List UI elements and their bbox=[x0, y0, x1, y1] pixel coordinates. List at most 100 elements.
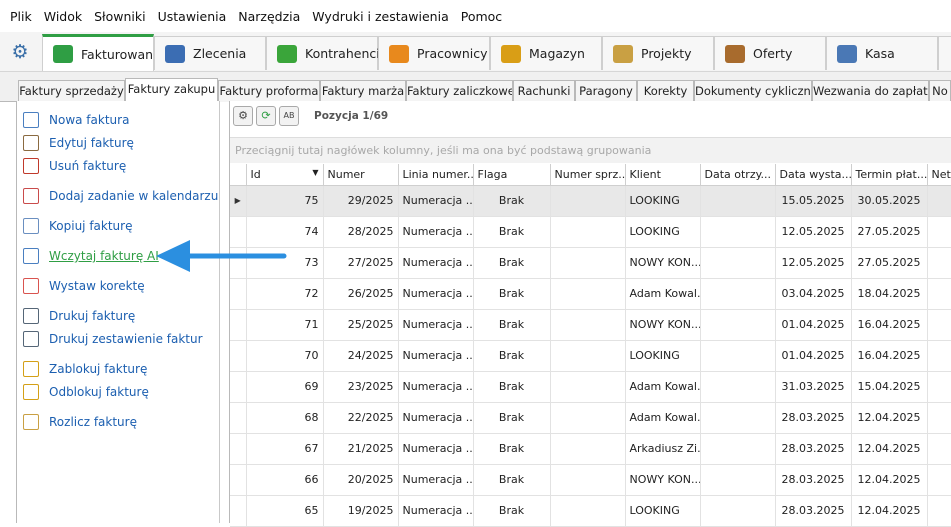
cell-flaga: Brak bbox=[473, 216, 550, 247]
action-zablokuj-fakture[interactable]: Zablokuj fakturę bbox=[23, 359, 147, 379]
cell-data-otrzy bbox=[700, 495, 775, 526]
subtab-faktury-marza[interactable]: Faktury marża bbox=[320, 80, 406, 102]
table-row[interactable]: 6721/2025Numeracja ...BrakArkadiusz Zi..… bbox=[230, 433, 951, 464]
cell-id: 71 bbox=[246, 309, 323, 340]
menu-narzedzia[interactable]: Narzędzia bbox=[232, 9, 306, 24]
cell-termin-plat: 27.05.2025 bbox=[851, 247, 927, 278]
action-wczytaj-fakture-ai[interactable]: Wczytaj fakturę AI bbox=[23, 246, 159, 266]
action-drukuj-zestawienie-faktur[interactable]: Drukuj zestawienie faktur bbox=[23, 329, 203, 349]
subtab-wezwania-do-zaplaty[interactable]: Wezwania do zapłaty bbox=[812, 80, 929, 102]
column-header-klient[interactable]: Klient bbox=[625, 164, 700, 185]
action-label: Drukuj fakturę bbox=[49, 309, 135, 323]
cell-data-wysta: 03.04.2025 bbox=[775, 278, 851, 309]
table-row[interactable]: 7226/2025Numeracja ...BrakAdam Kowal...0… bbox=[230, 278, 951, 309]
tab-overflow[interactable] bbox=[938, 36, 951, 70]
column-header-data-otrzy[interactable]: Data otrzy... bbox=[700, 164, 775, 185]
menu-plik[interactable]: Plik bbox=[4, 9, 38, 24]
group-by-area[interactable]: Przeciągnij tutaj nagłówek kolumny, jeśl… bbox=[230, 137, 951, 163]
cell-data-wysta: 28.03.2025 bbox=[775, 464, 851, 495]
table-row[interactable]: 7327/2025Numeracja ...BrakNOWY KON...12.… bbox=[230, 247, 951, 278]
subtab-faktury-sprzedazy[interactable]: Faktury sprzedaży bbox=[18, 80, 125, 102]
table-row[interactable]: 7428/2025Numeracja ...BrakLOOKING12.05.2… bbox=[230, 216, 951, 247]
tab-pracownicy[interactable]: Pracownicy bbox=[378, 36, 490, 70]
table-row[interactable]: 6923/2025Numeracja ...BrakAdam Kowal...3… bbox=[230, 371, 951, 402]
cell-linia-numer: Numeracja ... bbox=[398, 247, 473, 278]
new-invoice-icon bbox=[23, 112, 39, 128]
cell-numer: 19/2025 bbox=[323, 495, 398, 526]
table-row[interactable]: 6519/2025Numeracja ...BrakLOOKING28.03.2… bbox=[230, 495, 951, 526]
menu-widok[interactable]: Widok bbox=[38, 9, 88, 24]
action-edytuj-fakture[interactable]: Edytuj fakturę bbox=[23, 133, 134, 153]
table-row[interactable]: ▶7529/2025Numeracja ...BrakLOOKING15.05.… bbox=[230, 185, 951, 216]
cell-numer-sprz bbox=[550, 495, 625, 526]
column-label: Data wysta... bbox=[780, 168, 852, 181]
cell-numer-sprz bbox=[550, 433, 625, 464]
cell-numer-sprz bbox=[550, 247, 625, 278]
table-row[interactable]: 6822/2025Numeracja ...BrakAdam Kowal...2… bbox=[230, 402, 951, 433]
row-indicator bbox=[230, 340, 246, 371]
column-header-numer-sprz[interactable]: Numer sprz... bbox=[550, 164, 625, 185]
subtab-faktury-proforma[interactable]: Faktury proforma bbox=[218, 80, 320, 102]
subtab-faktury-zaliczkowe[interactable]: Faktury zaliczkowe bbox=[406, 80, 513, 102]
cell-numer: 23/2025 bbox=[323, 371, 398, 402]
cell-termin-plat: 15.04.2025 bbox=[851, 371, 927, 402]
grid-settings-icon[interactable]: ⚙ bbox=[233, 106, 253, 126]
column-header-numer[interactable]: Numer bbox=[323, 164, 398, 185]
cell-data-otrzy bbox=[700, 247, 775, 278]
cell-klient: Adam Kowal... bbox=[625, 402, 700, 433]
subtab-no[interactable]: No bbox=[929, 80, 951, 102]
cell-netto bbox=[927, 340, 951, 371]
tab-projekty[interactable]: Projekty bbox=[602, 36, 714, 70]
cell-netto bbox=[927, 309, 951, 340]
tab-zlecenia[interactable]: Zlecenia bbox=[154, 36, 266, 70]
cell-klient: NOWY KON... bbox=[625, 309, 700, 340]
subtab-korekty[interactable]: Korekty bbox=[637, 80, 694, 102]
action-odblokuj-fakture[interactable]: Odblokuj fakturę bbox=[23, 382, 149, 402]
tab-kasa[interactable]: Kasa bbox=[826, 36, 938, 70]
action-dodaj-zadanie-w-kalendarzu[interactable]: Dodaj zadanie w kalendarzu bbox=[23, 186, 218, 206]
subtab-rachunki[interactable]: Rachunki bbox=[513, 80, 575, 102]
cell-data-otrzy bbox=[700, 185, 775, 216]
column-header-netto[interactable]: Netto bbox=[927, 164, 951, 185]
cell-linia-numer: Numeracja ... bbox=[398, 185, 473, 216]
menu-pomoc[interactable]: Pomoc bbox=[455, 9, 508, 24]
unlock-icon bbox=[23, 384, 39, 400]
action-rozlicz-fakture[interactable]: Rozlicz fakturę bbox=[23, 412, 137, 432]
subtab-paragony[interactable]: Paragony bbox=[575, 80, 637, 102]
subtab-faktury-zakupu[interactable]: Faktury zakupu bbox=[125, 78, 218, 103]
column-header-data-wysta[interactable]: Data wysta... bbox=[775, 164, 851, 185]
action-kopiuj-fakture[interactable]: Kopiuj fakturę bbox=[23, 216, 132, 236]
menu-wydruki-i-zestawienia[interactable]: Wydruki i zestawienia bbox=[306, 9, 454, 24]
column-header-linia-numer[interactable]: Linia numer... bbox=[398, 164, 473, 185]
table-row[interactable]: 6620/2025Numeracja ...BrakNOWY KON...28.… bbox=[230, 464, 951, 495]
row-indicator bbox=[230, 402, 246, 433]
pencil-ruler-icon bbox=[613, 45, 633, 63]
cell-netto bbox=[927, 371, 951, 402]
cell-flaga: Brak bbox=[473, 433, 550, 464]
action-nowa-faktura[interactable]: Nowa faktura bbox=[23, 110, 129, 130]
menu-ustawienia[interactable]: Ustawienia bbox=[152, 9, 233, 24]
tab-kontrahenci[interactable]: Kontrahenci bbox=[266, 36, 378, 70]
menu-slowniki[interactable]: Słowniki bbox=[88, 9, 151, 24]
cell-klient: LOOKING bbox=[625, 216, 700, 247]
table-row[interactable]: 7024/2025Numeracja ...BrakLOOKING01.04.2… bbox=[230, 340, 951, 371]
tab-label: Projekty bbox=[641, 46, 692, 61]
documents-icon bbox=[165, 45, 185, 63]
cell-numer-sprz bbox=[550, 216, 625, 247]
action-label: Odblokuj fakturę bbox=[49, 385, 149, 399]
tab-oferty[interactable]: Oferty bbox=[714, 36, 826, 70]
subtab-dokumenty-cykliczne[interactable]: Dokumenty cykliczne bbox=[694, 80, 812, 102]
cell-id: 67 bbox=[246, 433, 323, 464]
action-drukuj-fakture[interactable]: Drukuj fakturę bbox=[23, 306, 135, 326]
tab-fakturowanie[interactable]: Fakturowanie bbox=[42, 34, 154, 71]
table-row[interactable]: 7125/2025Numeracja ...BrakNOWY KON...01.… bbox=[230, 309, 951, 340]
columns-icon[interactable]: AB bbox=[279, 106, 299, 126]
tab-magazyn[interactable]: Magazyn bbox=[490, 36, 602, 70]
column-header-flaga[interactable]: Flaga bbox=[473, 164, 550, 185]
refresh-icon[interactable]: ⟳ bbox=[256, 106, 276, 126]
action-wystaw-korekte[interactable]: Wystaw korektę bbox=[23, 276, 145, 296]
column-header-termin-plat[interactable]: Termin płat... bbox=[851, 164, 927, 185]
action-usun-fakture[interactable]: Usuń fakturę bbox=[23, 156, 126, 176]
column-header-id[interactable]: Id ▼ bbox=[246, 164, 323, 185]
settings-gear-icon[interactable]: ⚙ bbox=[9, 41, 31, 63]
